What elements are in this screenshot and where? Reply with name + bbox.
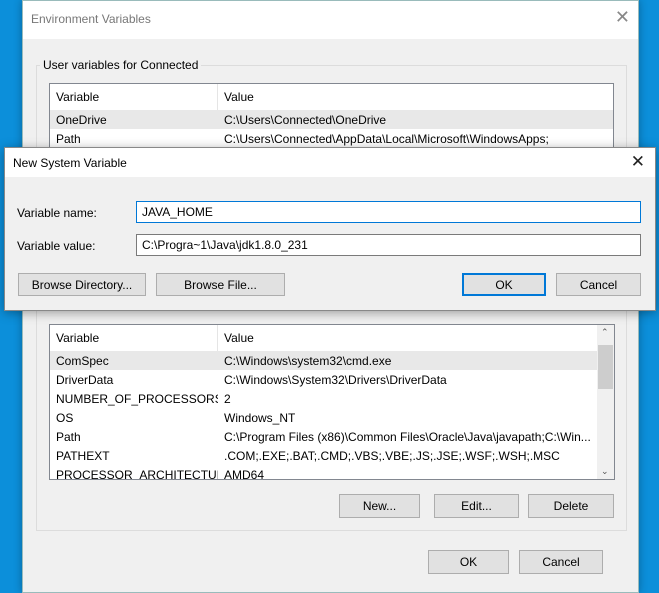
delete-button[interactable]: Delete xyxy=(528,494,614,518)
column-variable[interactable]: Variable xyxy=(50,325,218,351)
var-name: Path xyxy=(56,429,81,444)
new-system-variable-dialog: New System Variable ✕ Variable name: JAV… xyxy=(4,147,656,311)
table-row[interactable]: PROCESSOR_ARCHITECTURE AMD64 xyxy=(50,465,614,480)
table-row[interactable]: OS Windows_NT xyxy=(50,408,614,427)
table-row[interactable]: Path C:\Users\Connected\AppData\Local\Mic… xyxy=(50,129,613,148)
close-icon[interactable]: ✕ xyxy=(615,7,630,28)
var-name: DriverData xyxy=(56,372,114,387)
title-bar: Environment Variables ✕ xyxy=(23,1,638,39)
scroll-thumb[interactable] xyxy=(598,345,613,389)
var-value: 2 xyxy=(224,391,231,406)
table-row[interactable]: NUMBER_OF_PROCESSORS 2 xyxy=(50,389,614,408)
var-name: PROCESSOR_ARCHITECTURE xyxy=(56,467,218,480)
var-value: C:\Users\Connected\AppData\Local\Microso… xyxy=(224,131,549,146)
var-value: C:\Users\Connected\OneDrive xyxy=(224,112,387,127)
browse-directory-button[interactable]: Browse Directory... xyxy=(18,273,146,296)
user-variables-label: User variables for Connected xyxy=(40,58,202,72)
table-row[interactable]: ComSpec C:\Windows\system32\cmd.exe xyxy=(50,351,614,370)
var-name: NUMBER_OF_PROCESSORS xyxy=(56,391,218,406)
new-button[interactable]: New... xyxy=(339,494,420,518)
dialog-cancel-button[interactable]: Cancel xyxy=(556,273,641,296)
var-value: Windows_NT xyxy=(224,410,296,425)
column-variable[interactable]: Variable xyxy=(50,84,218,110)
var-value: AMD64 xyxy=(224,467,265,480)
dialog-title: New System Variable xyxy=(13,156,127,170)
close-icon[interactable]: ✕ xyxy=(631,152,645,172)
table-row[interactable]: DriverData C:\Windows\System32\Drivers\Dr… xyxy=(50,370,614,389)
var-value: C:\Program Files (x86)\Common Files\Orac… xyxy=(224,429,591,444)
dialog-ok-button[interactable]: OK xyxy=(462,273,546,296)
table-row[interactable]: PATHEXT .COM;.EXE;.BAT;.CMD;.VBS;.VBE;.JS… xyxy=(50,446,614,465)
scrollbar[interactable]: ⌃ ⌄ xyxy=(597,325,614,479)
ok-button[interactable]: OK xyxy=(428,550,509,574)
var-value: C:\Windows\system32\cmd.exe xyxy=(224,353,392,368)
var-name: PATHEXT xyxy=(56,448,110,463)
var-name: ComSpec xyxy=(56,353,109,368)
column-value[interactable]: Value xyxy=(218,331,254,345)
variable-value-input[interactable]: C:\Progra~1\Java\jdk1.8.0_231 xyxy=(136,234,641,256)
edit-button[interactable]: Edit... xyxy=(434,494,519,518)
variable-name-input[interactable]: JAVA_HOME xyxy=(136,201,641,223)
var-value: .COM;.EXE;.BAT;.CMD;.VBS;.VBE;.JS;.JSE;.… xyxy=(224,448,560,463)
table-row[interactable]: Path C:\Program Files (x86)\Common Files\… xyxy=(50,427,614,446)
system-variables-list[interactable]: Variable Value ComSpec C:\Windows\system32… xyxy=(49,324,615,480)
var-name: OS xyxy=(56,410,74,425)
column-value[interactable]: Value xyxy=(218,90,254,104)
variable-name-label: Variable name: xyxy=(17,206,97,220)
var-value: C:\Windows\System32\Drivers\DriverData xyxy=(224,372,447,387)
var-name: Path xyxy=(56,131,81,146)
cancel-button[interactable]: Cancel xyxy=(519,550,603,574)
table-row[interactable]: OneDrive C:\Users\Connected\OneDrive xyxy=(50,110,613,129)
var-name: OneDrive xyxy=(56,112,107,127)
scroll-down-icon[interactable]: ⌄ xyxy=(601,466,609,477)
scroll-up-icon[interactable]: ⌃ xyxy=(601,327,609,338)
dialog-title-bar: New System Variable ✕ xyxy=(5,148,655,177)
variable-value-label: Variable value: xyxy=(17,239,96,253)
window-title: Environment Variables xyxy=(31,12,151,26)
browse-file-button[interactable]: Browse File... xyxy=(156,273,285,296)
